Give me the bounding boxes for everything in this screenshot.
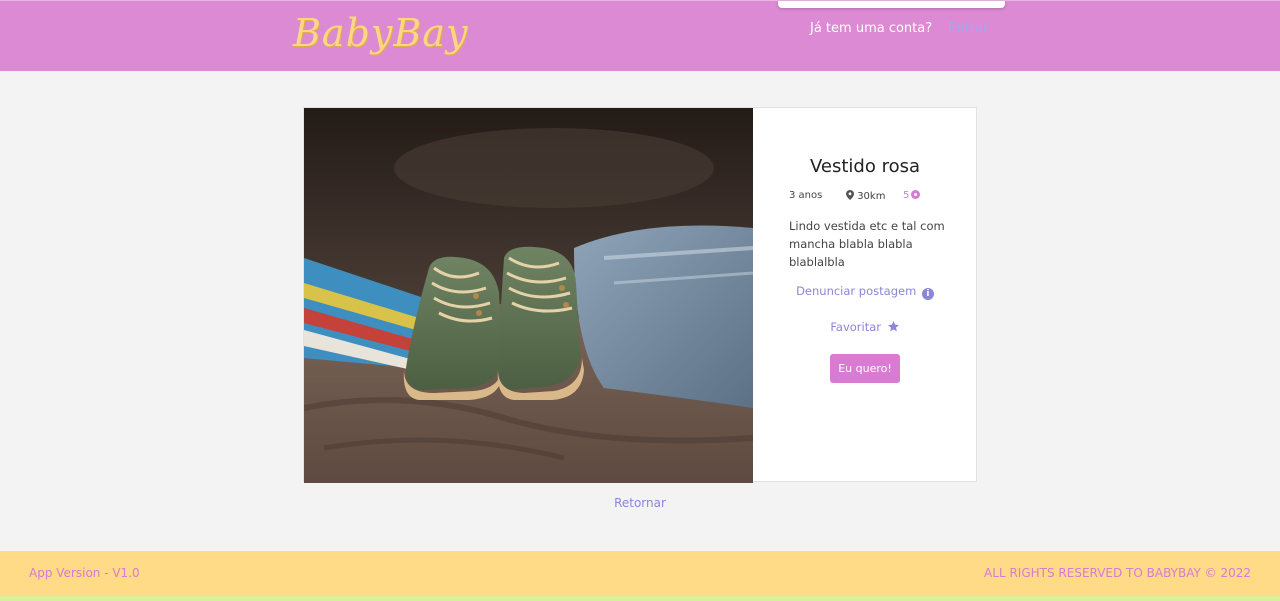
map-pin-icon [846, 190, 854, 200]
product-photo [304, 108, 753, 483]
product-card: Vestido rosa 3 anos 30km 5 Lindo vestida… [303, 107, 977, 483]
product-title: Vestido rosa [809, 156, 920, 177]
points: 5 [903, 190, 921, 201]
i-want-button[interactable]: Eu quero! [830, 354, 900, 383]
product-meta: 3 anos 30km 5 [789, 190, 959, 206]
account-question-text: Já tem uma conta? [810, 21, 933, 36]
distance-value: 30km [857, 191, 886, 202]
top-navbar: BabyBay Já tem uma conta? Entrar [0, 0, 1280, 71]
product-details-panel: Vestido rosa 3 anos 30km 5 Lindo vestida… [753, 108, 977, 483]
login-link[interactable]: Entrar [948, 21, 988, 36]
points-value: 5 [903, 190, 910, 201]
star-icon [887, 321, 899, 332]
app-version: App Version - V1.0 [29, 566, 140, 580]
child-age: 3 anos [789, 190, 823, 201]
distance: 30km [846, 190, 885, 202]
report-label: Denunciar postagem [796, 284, 917, 298]
back-link[interactable]: Retornar [0, 496, 1280, 510]
babybay-logo[interactable]: BabyBay [293, 11, 468, 55]
report-post-link[interactable]: Denunciar postagem i [753, 284, 977, 300]
favorite-link[interactable]: Favoritar [753, 320, 977, 334]
favorite-label: Favoritar [830, 320, 881, 334]
product-description: Lindo vestida etc e tal com mancha blabl… [789, 219, 945, 269]
coin-icon [911, 190, 921, 199]
info-icon: i [921, 288, 934, 300]
footer: App Version - V1.0 ALL RIGHTS RESERVED T… [0, 551, 1280, 596]
account-dropdown-panel [778, 1, 1005, 8]
copyright-notice: ALL RIGHTS RESERVED TO BABYBAY © 2022 [984, 566, 1251, 580]
bottom-strip [0, 596, 1280, 601]
